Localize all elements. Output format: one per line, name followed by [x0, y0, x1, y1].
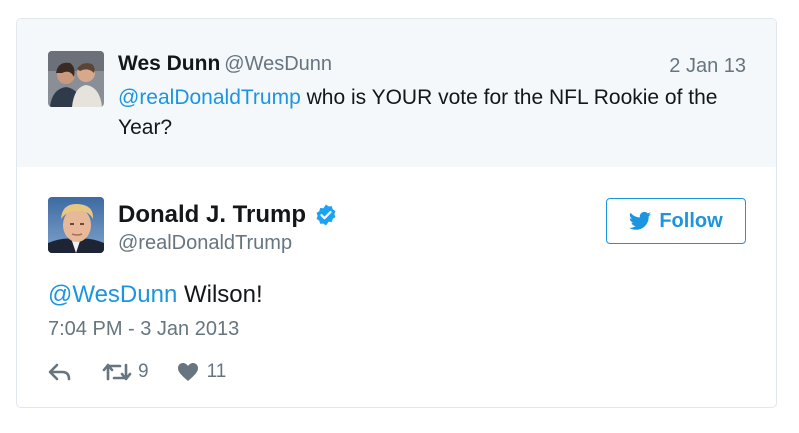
follow-button[interactable]: Follow: [606, 198, 746, 244]
main-author-name[interactable]: Donald J. Trump: [118, 201, 338, 229]
twitter-bird-icon: [629, 211, 652, 230]
main-text-body: Wilson!: [177, 281, 263, 308]
parent-author-handle[interactable]: @WesDunn: [224, 53, 332, 75]
retweet-button[interactable]: 9: [102, 361, 149, 383]
mention-link[interactable]: @realDonaldTrump: [118, 86, 301, 109]
avatar[interactable]: [48, 197, 104, 253]
author-name-text[interactable]: Donald J. Trump: [118, 201, 306, 229]
mention-link[interactable]: @WesDunn: [48, 281, 177, 308]
like-button[interactable]: 11: [177, 361, 227, 383]
parent-author[interactable]: Wes Dunn @WesDunn: [118, 52, 332, 76]
main-author-handle[interactable]: @realDonaldTrump: [118, 232, 292, 255]
retweet-count: 9: [138, 361, 149, 382]
tweet-actions: 9 11: [48, 359, 226, 385]
verified-badge-icon: [316, 204, 336, 226]
parent-date[interactable]: 2 Jan 13: [669, 55, 746, 78]
reply-icon: [48, 363, 71, 381]
embedded-tweet-card: Wes Dunn @WesDunn 2 Jan 13 @realDonaldTru…: [16, 18, 777, 408]
reply-button[interactable]: [48, 362, 72, 382]
parent-author-name[interactable]: Wes Dunn: [118, 52, 220, 75]
heart-icon: [177, 363, 198, 381]
like-count: 11: [206, 361, 227, 382]
main-tweet-text: @WesDunn Wilson!: [48, 281, 263, 309]
avatar[interactable]: [48, 51, 104, 107]
follow-label: Follow: [659, 209, 723, 232]
retweet-icon: [102, 363, 132, 381]
tweet-timestamp[interactable]: 7:04 PM - 3 Jan 2013: [48, 318, 239, 341]
parent-tweet-text: @realDonaldTrump who is YOUR vote for th…: [118, 83, 738, 143]
parent-tweet[interactable]: Wes Dunn @WesDunn 2 Jan 13 @realDonaldTru…: [17, 19, 776, 167]
